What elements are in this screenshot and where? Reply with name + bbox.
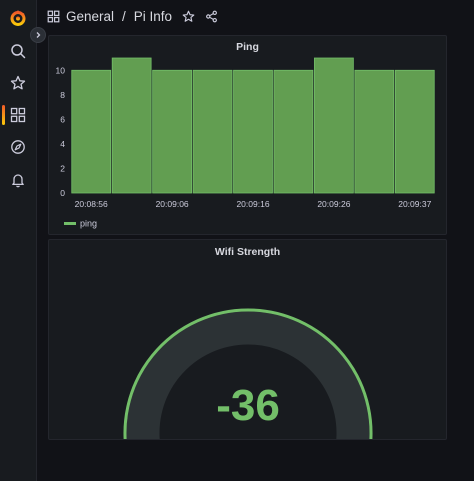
ping-bar[interactable] <box>394 69 435 194</box>
breadcrumb-separator: / <box>122 9 126 24</box>
star-dashboard-button[interactable] <box>182 10 195 23</box>
ping-bar[interactable] <box>314 57 354 194</box>
y-tick-label: 4 <box>60 139 65 149</box>
x-tick-label: 20:09:37 <box>398 199 431 209</box>
y-tick-label: 6 <box>60 114 65 124</box>
wifi-gauge: -36 <box>123 308 373 439</box>
ping-bar-chart: 0 2 4 6 8 10 20:08:56 20:09:06 20:09:16 20:09:26… <box>56 57 435 229</box>
ping-panel: Ping 0 2 4 6 8 10 20:08:56 20:09:06 20:09:16 20:… <box>48 35 447 235</box>
star-icon <box>10 75 26 90</box>
wifi-strength-value: -36 <box>216 381 280 430</box>
ping-bar[interactable] <box>233 69 273 194</box>
ping-bar[interactable] <box>273 69 314 194</box>
dashboards-icon <box>10 107 26 123</box>
x-tick-label: 20:09:06 <box>156 199 189 209</box>
y-tick-label: 8 <box>60 90 65 100</box>
breadcrumb-folder[interactable]: General <box>66 9 114 24</box>
search-button[interactable] <box>0 36 36 66</box>
alerting-button[interactable] <box>0 165 36 195</box>
x-tick-label: 20:09:16 <box>236 199 269 209</box>
dashboards-button[interactable] <box>0 100 36 130</box>
grafana-logo[interactable] <box>0 3 36 33</box>
y-tick-label: 0 <box>60 188 65 198</box>
ping-bar[interactable] <box>111 57 152 194</box>
starred-button[interactable] <box>0 68 36 98</box>
ping-bar[interactable] <box>192 69 233 194</box>
y-tick-label: 2 <box>60 163 65 173</box>
ping-bar[interactable] <box>71 69 112 194</box>
x-tick-label: 20:08:56 <box>75 199 108 209</box>
dashboards-icon <box>47 10 60 23</box>
share-icon <box>206 10 218 23</box>
wifi-strength-panel: Wifi Strength -36 <box>48 239 447 440</box>
explore-button[interactable] <box>0 132 36 162</box>
alerting-bell-icon <box>12 174 24 188</box>
breadcrumb-dashboard-title[interactable]: Pi Info <box>134 9 172 24</box>
expand-sidebar-button[interactable] <box>30 27 46 43</box>
legend-label-ping[interactable]: ping <box>80 219 97 229</box>
ping-bar[interactable] <box>152 69 192 194</box>
dashboard-nav: General / Pi Info <box>37 0 474 33</box>
explore-icon <box>11 140 25 154</box>
grafana-logo-icon <box>10 10 26 26</box>
chevron-right-icon <box>36 32 41 38</box>
share-dashboard-button[interactable] <box>205 10 218 23</box>
star-icon <box>182 10 195 22</box>
ping-bar[interactable] <box>354 69 395 194</box>
search-icon <box>11 44 26 59</box>
y-tick-label: 10 <box>56 65 66 75</box>
x-tick-label: 20:09:26 <box>317 199 350 209</box>
sidebar <box>0 0 37 481</box>
